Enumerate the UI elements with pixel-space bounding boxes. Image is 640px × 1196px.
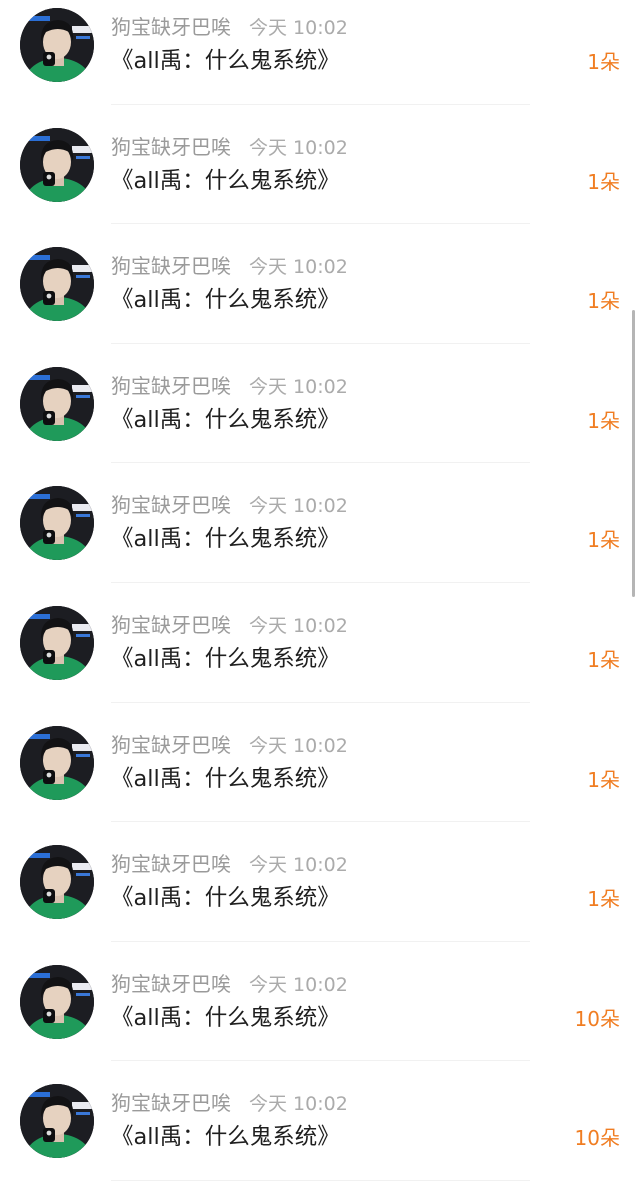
avatar[interactable]: [20, 127, 94, 202]
sender-name[interactable]: 狗宝缺牙巴唉: [111, 135, 231, 159]
message-meta: 狗宝缺牙巴唉 今天 10:02: [111, 251, 348, 281]
message-row[interactable]: 狗宝缺牙巴唉 今天 10:02 《all禹：什么鬼系统》 10朵: [0, 1076, 640, 1196]
message-time: 今天 10:02: [249, 1093, 348, 1116]
avatar[interactable]: [20, 1084, 94, 1159]
message-title[interactable]: 《all禹：什么鬼系统》: [111, 522, 340, 556]
sender-name[interactable]: 狗宝缺牙巴唉: [111, 613, 231, 637]
avatar[interactable]: [20, 8, 94, 82]
message-meta: 狗宝缺牙巴唉 今天 10:02: [111, 490, 348, 520]
message-time: 今天 10:02: [249, 17, 348, 39]
message-time: 今天 10:02: [249, 734, 348, 757]
scrollbar[interactable]: [632, 310, 635, 597]
avatar[interactable]: [20, 486, 94, 561]
message-list: 狗宝缺牙巴唉 今天 10:02 《all禹：什么鬼系统》 1朵 狗宝缺牙巴唉 今天 …: [0, 0, 640, 1196]
row-divider: [111, 581, 530, 583]
message-row[interactable]: 狗宝缺牙巴唉 今天 10:02 《all禹：什么鬼系统》 10朵: [0, 957, 640, 1077]
sender-name[interactable]: 狗宝缺牙巴唉: [111, 15, 231, 39]
message-meta: 狗宝缺牙巴唉 今天 10:02: [111, 132, 348, 162]
message-row[interactable]: 狗宝缺牙巴唉 今天 10:02 《all禹：什么鬼系统》 1朵: [0, 478, 640, 598]
message-meta: 狗宝缺牙巴唉 今天 10:02: [111, 969, 348, 999]
sender-name[interactable]: 狗宝缺牙巴唉: [111, 972, 231, 996]
message-row[interactable]: 狗宝缺牙巴唉 今天 10:02 《all禹：什么鬼系统》 1朵: [0, 837, 640, 957]
message-meta: 狗宝缺牙巴唉 今天 10:02: [111, 12, 348, 42]
message-meta: 狗宝缺牙巴唉 今天 10:02: [111, 730, 348, 760]
sender-name[interactable]: 狗宝缺牙巴唉: [111, 733, 231, 757]
gift-amount: 1朵: [587, 647, 620, 672]
message-title[interactable]: 《all禹：什么鬼系统》: [111, 762, 340, 796]
row-divider: [111, 1179, 530, 1181]
message-title[interactable]: 《all禹：什么鬼系统》: [111, 403, 340, 437]
sender-name[interactable]: 狗宝缺牙巴唉: [111, 1091, 231, 1115]
row-divider: [111, 103, 530, 105]
message-row[interactable]: 狗宝缺牙巴唉 今天 10:02 《all禹：什么鬼系统》 1朵: [0, 359, 640, 479]
message-meta: 狗宝缺牙巴唉 今天 10:02: [111, 610, 348, 640]
gift-amount: 1朵: [587, 887, 620, 912]
message-time: 今天 10:02: [249, 256, 348, 279]
message-title[interactable]: 《all禹：什么鬼系统》: [111, 642, 340, 676]
gift-amount: 10朵: [574, 1006, 620, 1031]
message-time: 今天 10:02: [249, 854, 348, 877]
avatar[interactable]: [20, 605, 94, 680]
message-time: 今天 10:02: [249, 375, 348, 398]
message-row[interactable]: 狗宝缺牙巴唉 今天 10:02 《all禹：什么鬼系统》 1朵: [0, 718, 640, 838]
sender-name[interactable]: 狗宝缺牙巴唉: [111, 852, 231, 876]
gift-amount: 1朵: [587, 50, 620, 74]
gift-amount: 1朵: [587, 169, 620, 194]
sender-name[interactable]: 狗宝缺牙巴唉: [111, 374, 231, 398]
message-title[interactable]: 《all禹：什么鬼系统》: [111, 1001, 340, 1035]
message-time: 今天 10:02: [249, 973, 348, 996]
row-divider: [111, 701, 530, 703]
message-title[interactable]: 《all禹：什么鬼系统》: [111, 283, 340, 317]
message-meta: 狗宝缺牙巴唉 今天 10:02: [111, 371, 348, 401]
gift-amount: 1朵: [587, 408, 620, 433]
message-title[interactable]: 《all禹：什么鬼系统》: [111, 881, 340, 915]
message-row[interactable]: 狗宝缺牙巴唉 今天 10:02 《all禹：什么鬼系统》 1朵: [0, 239, 640, 359]
message-meta: 狗宝缺牙巴唉 今天 10:02: [111, 1088, 348, 1118]
message-row[interactable]: 狗宝缺牙巴唉 今天 10:02 《all禹：什么鬼系统》 1朵: [0, 120, 640, 240]
row-divider: [111, 940, 530, 942]
avatar[interactable]: [20, 247, 94, 322]
message-title[interactable]: 《all禹：什么鬼系统》: [111, 44, 340, 78]
sender-name[interactable]: 狗宝缺牙巴唉: [111, 493, 231, 517]
row-divider: [111, 342, 530, 344]
message-time: 今天 10:02: [249, 495, 348, 518]
row-divider: [111, 1060, 530, 1062]
avatar[interactable]: [20, 845, 94, 920]
row-divider: [111, 821, 530, 823]
gift-amount: 1朵: [587, 767, 620, 792]
message-time: 今天 10:02: [249, 136, 348, 159]
gift-amount: 10朵: [574, 1126, 620, 1151]
row-divider: [111, 462, 530, 464]
message-time: 今天 10:02: [249, 614, 348, 637]
message-meta: 狗宝缺牙巴唉 今天 10:02: [111, 849, 348, 879]
avatar[interactable]: [20, 366, 94, 441]
avatar[interactable]: [20, 725, 94, 800]
sender-name[interactable]: 狗宝缺牙巴唉: [111, 254, 231, 278]
row-divider: [111, 223, 530, 225]
message-row[interactable]: 狗宝缺牙巴唉 今天 10:02 《all禹：什么鬼系统》 1朵: [0, 598, 640, 718]
message-title[interactable]: 《all禹：什么鬼系统》: [111, 1120, 340, 1154]
avatar[interactable]: [20, 964, 94, 1039]
message-row[interactable]: 狗宝缺牙巴唉 今天 10:02 《all禹：什么鬼系统》 1朵: [0, 0, 640, 120]
gift-amount: 1朵: [587, 528, 620, 553]
gift-amount: 1朵: [587, 289, 620, 314]
message-title[interactable]: 《all禹：什么鬼系统》: [111, 164, 340, 198]
